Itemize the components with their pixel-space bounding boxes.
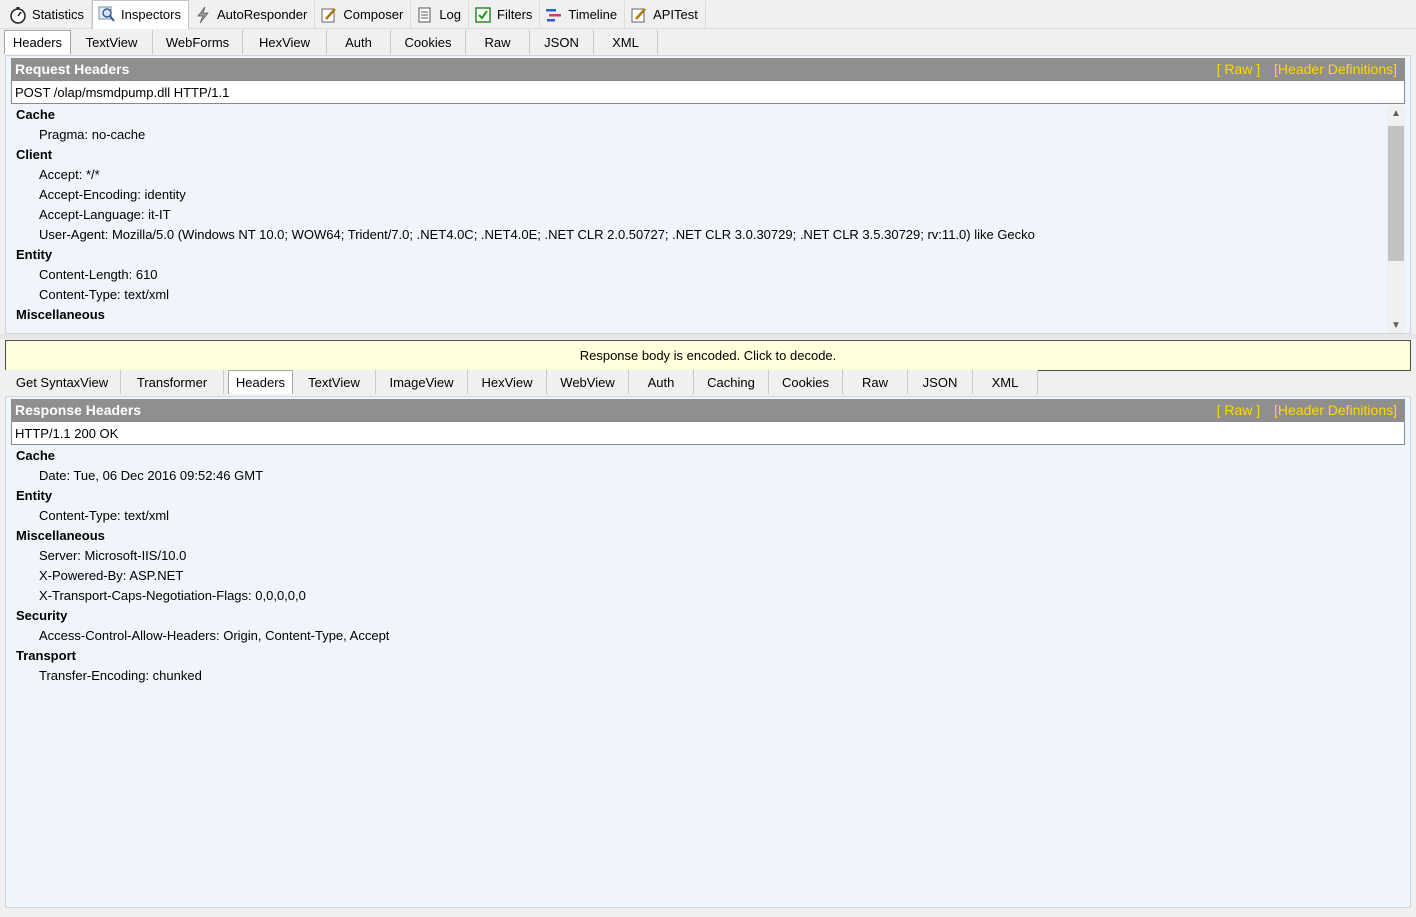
tab-label: Statistics [32,7,85,22]
response-headers-bar: Response Headers [ Raw ] [Header Definit… [11,399,1405,421]
tab-inspectors[interactable]: Inspectors [92,0,189,29]
pane-splitter[interactable] [0,334,1416,339]
header-entry[interactable]: User-Agent: Mozilla/5.0 (Windows NT 10.0… [16,225,1382,245]
scroll-thumb[interactable] [1388,126,1404,261]
tab-request-auth[interactable]: Auth [327,30,391,54]
tab-filters[interactable]: Filters [469,1,541,28]
raw-link[interactable]: [ Raw ] [1217,61,1261,77]
header-links: [ Raw ] [Header Definitions] [1207,402,1397,418]
scroll-up-icon[interactable]: ▲ [1387,108,1405,119]
response-tab-strip: Get SyntaxView Transformer Headers TextV… [4,370,1038,394]
response-pane: Response Headers [ Raw ] [Header Definit… [5,396,1411,908]
status-line[interactable]: HTTP/1.1 200 OK [11,421,1405,445]
header-entry[interactable]: Accept-Encoding: identity [16,185,1382,205]
lightning-icon [194,6,212,24]
header-entry[interactable]: Content-Type: text/xml [16,285,1382,305]
tab-label: Log [439,7,462,22]
tab-apitest[interactable]: APITest [625,1,706,28]
header-entry[interactable]: X-Transport-Caps-Negotiation-Flags: 0,0,… [16,586,1396,606]
header-definitions-link[interactable]: [Header Definitions] [1274,61,1397,77]
header-entry[interactable]: X-Powered-By: ASP.NET [16,566,1396,586]
response-header-tree: Cache Date: Tue, 06 Dec 2016 09:52:46 GM… [16,446,1396,686]
pencil-icon [630,6,648,24]
header-entry[interactable]: Accept: */* [16,165,1382,185]
tab-response-hexview[interactable]: HexView [468,370,547,394]
tab-timeline[interactable]: Timeline [540,1,626,28]
tab-label: APITest [653,7,698,22]
header-links: [ Raw ] [Header Definitions] [1207,61,1397,77]
tab-request-webforms[interactable]: WebForms [153,30,243,54]
pane-title: Request Headers [15,61,130,77]
magnifier-icon [98,5,116,23]
header-entry[interactable]: Pragma: no-cache [16,125,1382,145]
tab-response-cookies[interactable]: Cookies [769,370,843,394]
header-group[interactable]: Entity [16,486,1396,506]
tab-request-headers[interactable]: Headers [4,30,71,54]
scroll-down-icon[interactable]: ▼ [1387,320,1405,331]
header-entry[interactable]: Content-Type: text/xml [16,506,1396,526]
tab-response-json[interactable]: JSON [908,370,973,394]
tab-label: AutoResponder [217,7,308,22]
tab-request-textview[interactable]: TextView [71,30,153,54]
tab-response-caching[interactable]: Caching [694,370,769,394]
tab-statistics[interactable]: Statistics [4,1,93,28]
tab-response-syntaxview[interactable]: Get SyntaxView [4,370,121,394]
request-pane: Request Headers [ Raw ] [Header Definiti… [5,55,1411,334]
tab-autoresponder[interactable]: AutoResponder [189,1,316,28]
header-group[interactable]: Miscellaneous [16,526,1396,546]
header-group[interactable]: Transport [16,646,1396,666]
header-group[interactable]: Security [16,606,1396,626]
log-icon [416,6,434,24]
request-header-tree: Cache Pragma: no-cache Client Accept: */… [16,105,1382,333]
header-group[interactable]: Client [16,145,1382,165]
timeline-icon [545,6,563,24]
tab-response-imageview[interactable]: ImageView [376,370,468,394]
request-headers-bar: Request Headers [ Raw ] [Header Definiti… [11,58,1405,80]
tab-response-textview[interactable]: TextView [293,370,376,394]
tab-label: Composer [343,7,404,22]
tab-response-webview[interactable]: WebView [547,370,629,394]
tab-response-headers[interactable]: Headers [228,370,293,394]
tab-response-xml[interactable]: XML [973,370,1038,394]
tab-label: Timeline [568,7,618,22]
stopwatch-icon [9,6,27,24]
tab-request-xml[interactable]: XML [594,30,658,54]
header-entry[interactable]: Accept-Language: it-IT [16,205,1382,225]
decode-bar[interactable]: Response body is encoded. Click to decod… [5,340,1411,371]
request-tab-strip: Headers TextView WebForms HexView Auth C… [4,30,658,54]
header-entry[interactable]: Content-Length: 610 [16,265,1382,285]
header-entry[interactable]: Server: Microsoft-IIS/10.0 [16,546,1396,566]
checkbox-icon [474,6,492,24]
tab-request-cookies[interactable]: Cookies [391,30,466,54]
tab-log[interactable]: Log [411,1,470,28]
header-group[interactable]: Entity [16,245,1382,265]
pane-title: Response Headers [15,402,142,418]
tab-label: Filters [497,7,533,22]
header-group[interactable]: Cache [16,105,1382,125]
main-tab-strip: Statistics Inspectors AutoResponder Comp… [0,0,1416,29]
header-group[interactable]: Miscellaneous [16,305,1382,325]
request-line[interactable]: POST /olap/msmdpump.dll HTTP/1.1 [11,80,1405,104]
tab-response-transformer[interactable]: Transformer [121,370,224,394]
header-entry[interactable]: Transfer-Encoding: chunked [16,666,1396,686]
header-group[interactable]: Cache [16,446,1396,466]
tab-label: Inspectors [121,6,181,22]
tab-composer[interactable]: Composer [315,1,412,28]
header-entry[interactable]: Date: Tue, 06 Dec 2016 09:52:46 GMT [16,466,1396,486]
header-entry[interactable]: Access-Control-Allow-Headers: Origin, Co… [16,626,1396,646]
tab-response-auth[interactable]: Auth [629,370,694,394]
header-definitions-link[interactable]: [Header Definitions] [1274,402,1397,418]
tab-request-json[interactable]: JSON [530,30,594,54]
raw-link[interactable]: [ Raw ] [1217,402,1261,418]
request-scrollbar[interactable]: ▲ ▼ [1387,106,1405,333]
tab-request-raw[interactable]: Raw [466,30,530,54]
tab-request-hexview[interactable]: HexView [243,30,327,54]
pencil-icon [320,6,338,24]
tab-response-raw[interactable]: Raw [843,370,908,394]
